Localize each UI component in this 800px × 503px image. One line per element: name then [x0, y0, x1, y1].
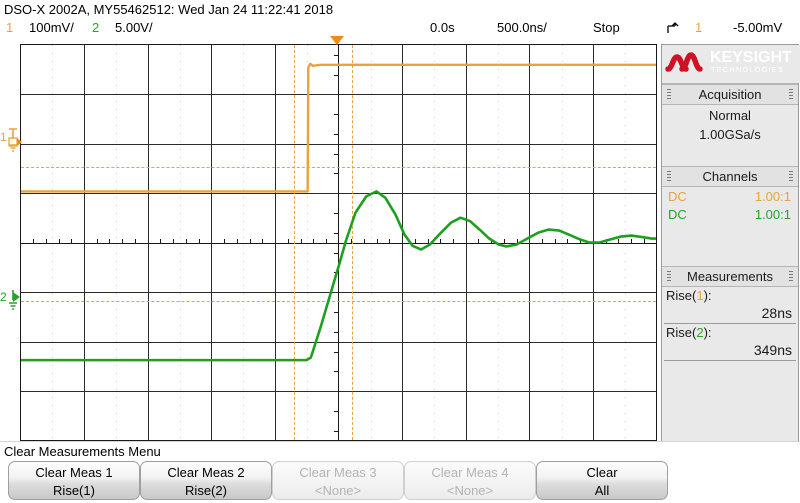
- drag-grip-icon: [789, 171, 793, 182]
- softkey-clear-meas-1[interactable]: Clear Meas 1 Rise(1): [8, 461, 140, 500]
- ch1-indicator[interactable]: 1: [6, 19, 13, 37]
- softkey-line2: Rise(1): [53, 483, 95, 498]
- channels-header-label: Channels: [702, 169, 758, 184]
- ch2-probe-value: 1.00:1: [754, 207, 791, 222]
- softkey-line2: <None>: [446, 483, 494, 498]
- softkey-line2: All: [594, 483, 610, 498]
- measurement-item[interactable]: Rise(1): 28ns: [664, 287, 796, 324]
- trigger-level-readout[interactable]: -5.00mV: [733, 19, 782, 37]
- keysight-logo-mark: KEYSIGHT TECHNOLOGIES: [662, 45, 800, 83]
- waveform-display[interactable]: [20, 44, 657, 441]
- ch2-scale-readout[interactable]: 5.00V/: [115, 19, 153, 37]
- oscilloscope-screen: DSO-X 2002A, MY55462512: Wed Jan 24 11:2…: [0, 0, 800, 503]
- channel-row[interactable]: DC 1.00:1: [666, 206, 794, 224]
- rising-edge-icon: [665, 21, 679, 39]
- channel-2-trace: [21, 190, 656, 362]
- menu-title: Clear Measurements Menu: [4, 444, 161, 459]
- measurement-label-prefix: Rise(: [666, 288, 697, 303]
- drag-grip-icon: [667, 89, 671, 100]
- ch2-indicator[interactable]: 2: [92, 19, 99, 37]
- measurement-label-prefix: Rise(: [666, 325, 697, 340]
- softkey-line1: Clear: [586, 465, 618, 480]
- acquisition-rate-value: 1.00GSa/s: [699, 127, 761, 142]
- channel-1-ground-marker[interactable]: 1: [0, 128, 22, 152]
- time-delay-readout[interactable]: 0.0s: [430, 19, 455, 37]
- softkey-clear-meas-3: Clear Meas 3 <None>: [272, 461, 404, 500]
- ch1-scale-readout[interactable]: 100mV/: [29, 19, 74, 37]
- measurement-label-channel: 2: [696, 325, 704, 340]
- measurement-label: Rise(1):: [664, 287, 796, 304]
- softkey-line2: <None>: [314, 483, 362, 498]
- status-line-settings: 1 100mV/ 2 5.00V/ 0.0s 500.0ns/ Stop 1 -…: [0, 19, 800, 37]
- drag-grip-icon: [789, 271, 793, 282]
- softkey-clear-all[interactable]: Clear All: [536, 461, 668, 500]
- acquisition-section-header[interactable]: Acquisition: [662, 84, 798, 105]
- measurements-section-header[interactable]: Measurements: [662, 266, 798, 287]
- measurement-label: Rise(2):: [664, 324, 796, 341]
- svg-text:TECHNOLOGIES: TECHNOLOGIES: [711, 65, 784, 74]
- trigger-source-readout[interactable]: 1: [695, 19, 702, 37]
- acquisition-mode-value: Normal: [709, 108, 751, 123]
- measurement-item[interactable]: Rise(2): 349ns: [664, 324, 796, 361]
- acquisition-section-body: Normal 1.00GSa/s: [662, 105, 798, 166]
- channel-row[interactable]: DC 1.00:1: [666, 188, 794, 206]
- channel-2-ground-marker[interactable]: 2: [0, 288, 22, 310]
- time-scale-readout[interactable]: 500.0ns/: [497, 19, 547, 37]
- drag-grip-icon: [667, 271, 671, 282]
- measurements-section-body: Rise(1): 28ns Rise(2): 349ns: [662, 287, 798, 361]
- softkey-clear-meas-2[interactable]: Clear Meas 2 Rise(2): [140, 461, 272, 500]
- measurement-label-channel: 1: [696, 288, 704, 303]
- waveform-traces: [21, 62, 656, 362]
- measurements-header-label: Measurements: [687, 269, 773, 284]
- ch1-marker-label: 1: [0, 130, 7, 144]
- measurement-value: 28ns: [761, 305, 792, 321]
- trigger-position-marker[interactable]: [330, 36, 344, 45]
- drag-grip-icon: [789, 89, 793, 100]
- ch1-probe-value: 1.00:1: [754, 189, 791, 204]
- status-line-instrument: DSO-X 2002A, MY55462512: Wed Jan 24 11:2…: [0, 1, 800, 19]
- softkey-line1: Clear Meas 2: [167, 465, 245, 480]
- keysight-logo: KEYSIGHT TECHNOLOGIES: [662, 45, 800, 84]
- channel-1-trace: [21, 62, 656, 193]
- svg-text:KEYSIGHT: KEYSIGHT: [710, 49, 792, 66]
- instrument-id-text: DSO-X 2002A, MY55462512: Wed Jan 24 11:2…: [4, 2, 334, 17]
- channels-section-header[interactable]: Channels: [662, 166, 798, 187]
- measurement-value: 349ns: [753, 342, 792, 358]
- ch2-coupling-value: DC: [668, 207, 687, 222]
- softkey-line1: Clear Meas 1: [35, 465, 113, 480]
- measurement-label-suffix: ):: [703, 288, 712, 303]
- menu-divider: [0, 441, 800, 442]
- softkey-line2: Rise(2): [185, 483, 227, 498]
- softkey-bar: Clear Meas 1 Rise(1) Clear Meas 2 Rise(2…: [0, 461, 800, 503]
- softkey-line1: Clear Meas 3: [299, 465, 377, 480]
- channels-section-body: DC 1.00:1 DC 1.00:1: [662, 187, 798, 266]
- info-sidebar: KEYSIGHT TECHNOLOGIES Acquisition Normal…: [661, 44, 800, 442]
- softkey-line1: Clear Meas 4: [431, 465, 509, 480]
- softkey-clear-meas-4: Clear Meas 4 <None>: [404, 461, 536, 500]
- ch1-coupling-value: DC: [668, 189, 687, 204]
- acquisition-header-label: Acquisition: [698, 87, 762, 102]
- ch2-marker-label: 2: [0, 290, 7, 304]
- measurement-label-suffix: ):: [703, 325, 712, 340]
- run-state-readout[interactable]: Stop: [593, 19, 620, 37]
- drag-grip-icon: [667, 171, 671, 182]
